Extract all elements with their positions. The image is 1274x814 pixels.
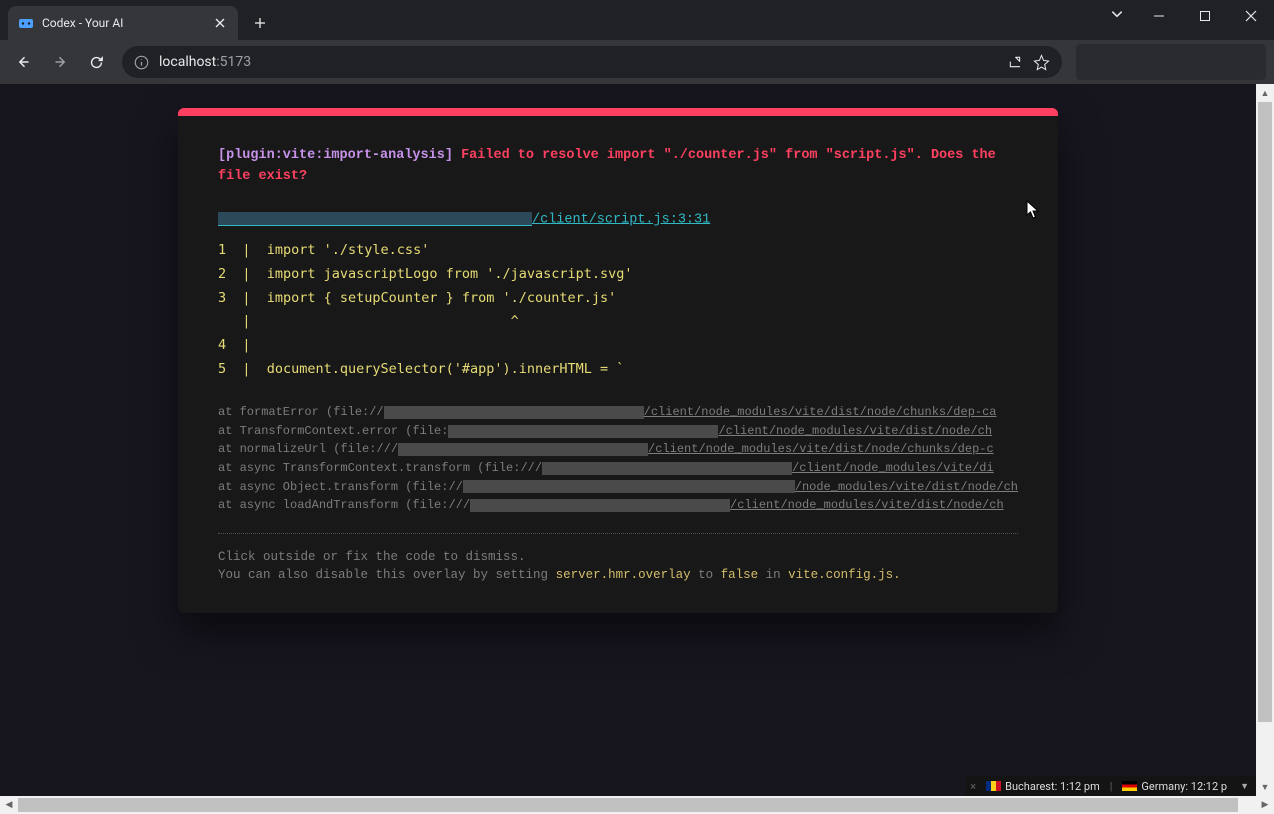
scroll-thumb-v[interactable]: [1258, 102, 1272, 722]
vite-error-overlay: [plugin:vite:import-analysis] Failed to …: [178, 108, 1058, 613]
code-frame: 1 | import './style.css' 2 | import java…: [218, 239, 1018, 381]
error-file-text: /client/script.js:3:31: [532, 212, 710, 227]
taskbar-clock-germany-label: Germany: 12:12 p: [1141, 780, 1227, 793]
window-minimize-button[interactable]: [1136, 0, 1182, 32]
scroll-thumb-h[interactable]: [18, 798, 1238, 812]
plugin-tag: [plugin:vite:import-analysis]: [218, 148, 453, 163]
romania-flag-icon: [986, 781, 1001, 791]
profile-area[interactable]: [1076, 44, 1266, 80]
taskbar-clock-bucharest[interactable]: Bucharest: 1:12 pm: [982, 780, 1104, 793]
bookmark-icon[interactable]: [1033, 54, 1050, 71]
stack-trace: at formatError (file:///client/node_modu…: [218, 403, 1018, 515]
taskbar-clock-germany[interactable]: Germany: 12:12 p: [1118, 780, 1231, 793]
redacted-path: [218, 212, 532, 226]
page-viewport[interactable]: [plugin:vite:import-analysis] Failed to …: [0, 84, 1274, 796]
tab-close-icon[interactable]: [212, 15, 228, 31]
tab-bar: Codex - Your AI: [0, 0, 1274, 40]
reload-button[interactable]: [80, 46, 112, 78]
tab-title: Codex - Your AI: [42, 16, 204, 30]
taskbar-close-icon[interactable]: ×: [970, 780, 976, 793]
browser-chrome: Codex - Your AI localhost:5173: [0, 0, 1274, 84]
tip-text: Click outside or fix the code to dismiss…: [218, 548, 1018, 586]
back-button[interactable]: [8, 46, 40, 78]
window-controls: [1136, 0, 1274, 32]
nav-bar: localhost:5173: [0, 40, 1274, 84]
browser-tab[interactable]: Codex - Your AI: [8, 6, 238, 40]
scroll-up-icon[interactable]: ▲: [1256, 84, 1274, 102]
address-text: localhost:5173: [159, 54, 251, 70]
tab-favicon-icon: [18, 15, 34, 31]
error-file-link[interactable]: /client/script.js:3:31: [218, 212, 1018, 228]
window-maximize-button[interactable]: [1182, 0, 1228, 32]
forward-button[interactable]: [44, 46, 76, 78]
clock-taskbar: × Bucharest: 1:12 pm | Germany: 12:12 p …: [966, 776, 1256, 796]
window-close-button[interactable]: [1228, 0, 1274, 32]
tip-line-2: You can also disable this overlay by set…: [218, 566, 1018, 585]
tb-sep: |: [1110, 780, 1113, 793]
scroll-left-icon[interactable]: ◀: [0, 796, 18, 814]
scroll-down-icon[interactable]: ▼: [1256, 778, 1274, 796]
tip-divider: [218, 533, 1018, 534]
tip-line-1: Click outside or fix the code to dismiss…: [218, 548, 1018, 567]
taskbar-more-icon[interactable]: ▼: [1237, 781, 1252, 792]
germany-flag-icon: [1122, 781, 1137, 791]
share-icon[interactable]: [1007, 54, 1023, 70]
tab-search-button[interactable]: [1110, 6, 1124, 25]
address-host: localhost: [159, 54, 216, 70]
error-message: [plugin:vite:import-analysis] Failed to …: [218, 146, 1018, 188]
vertical-scrollbar[interactable]: ▲ ▼: [1256, 84, 1274, 796]
site-info-icon[interactable]: [134, 55, 149, 70]
horizontal-scrollbar[interactable]: ◀ ▶: [0, 796, 1274, 814]
new-tab-button[interactable]: [246, 9, 274, 37]
address-port: :5173: [216, 54, 251, 70]
address-bar[interactable]: localhost:5173: [122, 46, 1062, 78]
scroll-right-icon[interactable]: ▶: [1256, 796, 1274, 814]
taskbar-clock-bucharest-label: Bucharest: 1:12 pm: [1005, 780, 1100, 793]
